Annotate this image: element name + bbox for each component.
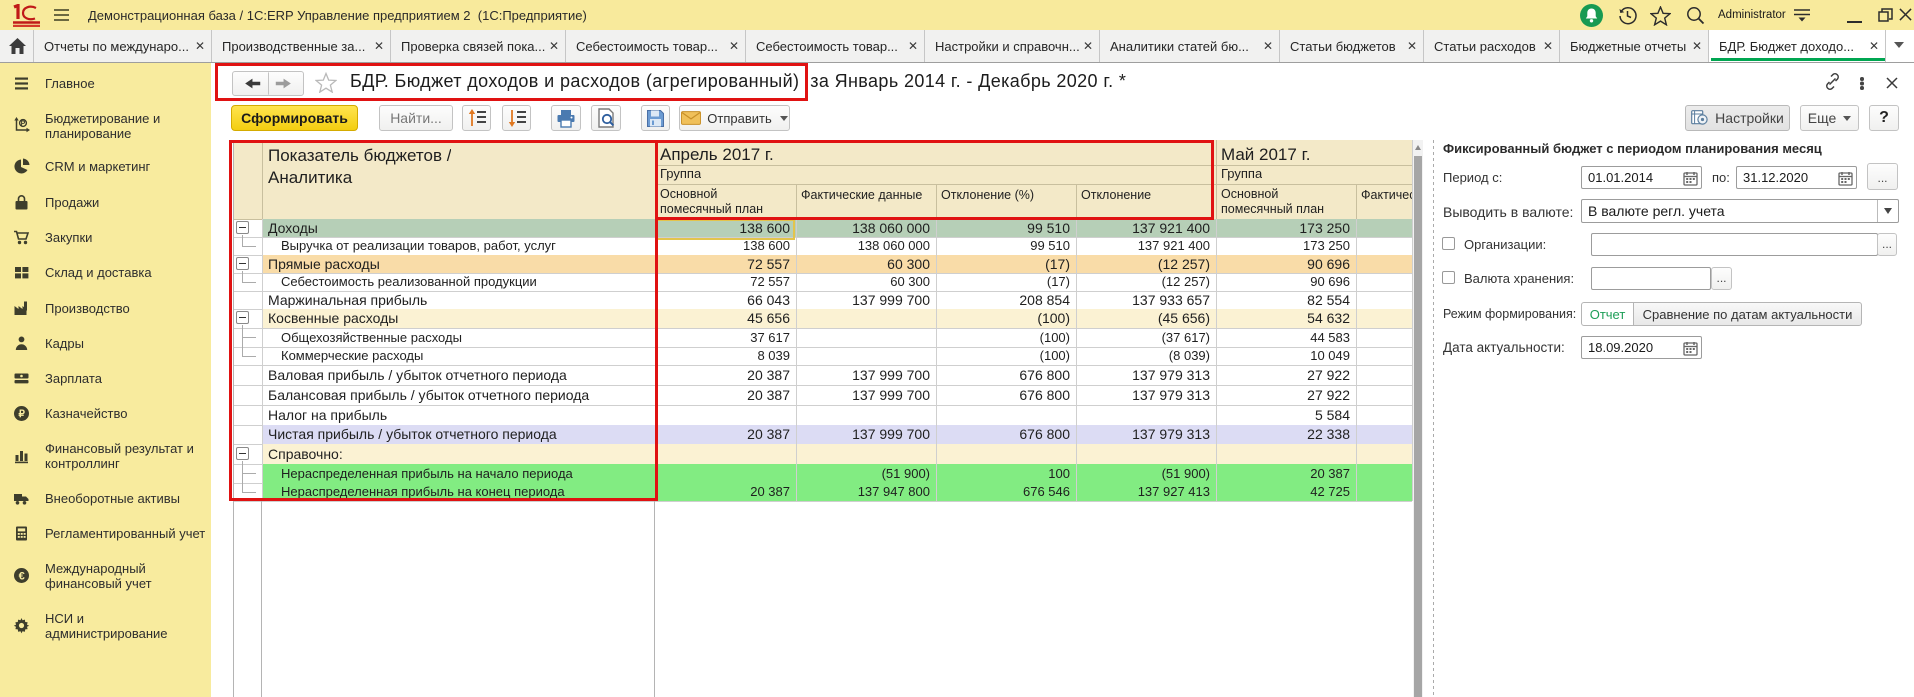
svg-text:₽: ₽	[19, 409, 26, 420]
svg-text:P: P	[21, 120, 26, 127]
svg-text:€: €	[19, 570, 25, 582]
